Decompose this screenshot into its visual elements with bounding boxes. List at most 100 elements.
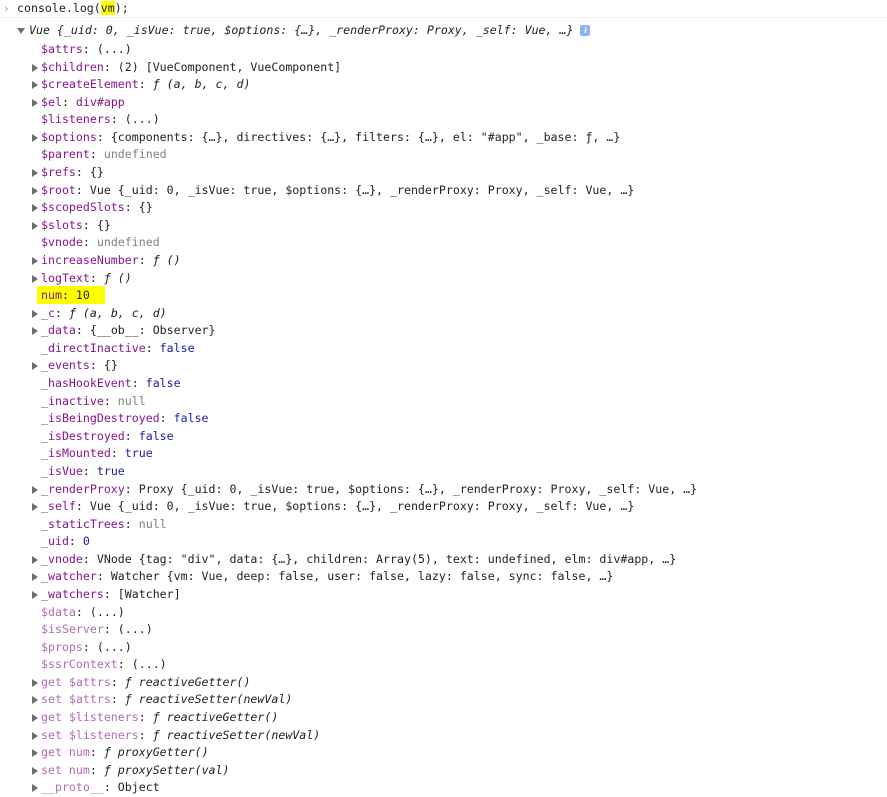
property-row[interactable]: $props: (...) [41,639,132,657]
property-row[interactable]: _c: ƒ (a, b, c, d) [41,305,167,323]
property-separator: : [103,780,118,795]
property-separator: : [75,499,90,514]
command-arg-highlighted: vm [100,1,115,15]
expand-triangle-icon[interactable] [32,485,38,494]
property-row[interactable]: set num: ƒ proxySetter(val) [41,762,229,780]
property-row[interactable]: $options: {components: {…}, directives: … [41,129,620,147]
property-row[interactable]: num: 10 [41,287,90,305]
expand-triangle-icon[interactable] [32,169,38,178]
property-row[interactable]: _watchers: [Watcher] [41,586,181,604]
expand-triangle-icon[interactable] [32,555,38,564]
expand-triangle-icon[interactable] [32,186,38,195]
property-separator: : [82,639,97,654]
property-key: _events [41,358,90,373]
property-row[interactable]: _uid: 0 [41,533,90,551]
property-separator: : [103,59,118,74]
property-value: Watcher {vm: Vue, deep: false, user: fal… [110,569,614,584]
expand-triangle-icon[interactable] [32,133,38,142]
property-row[interactable]: $vnode: undefined [41,234,160,252]
property-row[interactable]: _hasHookEvent: false [41,375,181,393]
property-key: _uid [41,534,69,549]
property-value: (2) [VueComponent, VueComponent] [117,59,342,74]
property-row[interactable]: _renderProxy: Proxy {_uid: 0, _isVue: tr… [41,481,697,499]
property-row[interactable]: get num: ƒ proxyGetter() [41,744,209,762]
property-row[interactable]: _staticTrees: null [41,516,167,534]
expand-triangle-icon[interactable] [32,766,38,775]
property-row[interactable]: $scopedSlots: {} [41,199,153,217]
property-row[interactable]: $root: Vue {_uid: 0, _isVue: true, $opti… [41,182,634,200]
expand-triangle-icon[interactable] [32,256,38,265]
property-row[interactable]: _inactive: null [41,393,146,411]
expand-triangle-icon[interactable] [32,274,38,283]
property-row[interactable]: $data: (...) [41,604,125,622]
property-row[interactable]: $ssrContext: (...) [41,656,167,674]
property-row[interactable]: __proto__: Object [41,779,160,797]
property-key: $root [41,182,76,197]
expand-triangle-icon[interactable] [32,784,38,793]
expand-triangle-icon[interactable] [32,98,38,107]
property-separator: : [159,411,174,426]
property-row[interactable]: $el: div#app [41,94,125,112]
expand-triangle-icon[interactable] [17,28,25,34]
expand-triangle-icon[interactable] [32,678,38,687]
property-separator: : [54,305,69,320]
property-key: $createElement [41,77,139,92]
property-key: $children [41,59,104,74]
property-row[interactable]: _isVue: true [41,463,125,481]
property-value: {} [96,217,111,232]
expand-triangle-icon[interactable] [32,362,38,371]
property-row[interactable]: _data: {__ob__: Observer} [41,322,216,340]
property-row[interactable]: $isServer: (...) [41,621,153,639]
property-row[interactable]: _self: Vue {_uid: 0, _isVue: true, $opti… [41,498,634,516]
property-row[interactable]: $attrs: (...) [41,41,132,59]
command-suffix: ); [114,1,129,15]
property-separator: : [82,217,97,232]
property-row[interactable]: _isMounted: true [41,445,153,463]
property-row[interactable]: logText: ƒ () [41,270,132,288]
property-key: _directInactive [41,340,146,355]
property-key: _isVue [41,463,83,478]
property-row[interactable]: increaseNumber: ƒ () [41,252,181,270]
expand-triangle-icon[interactable] [32,327,38,336]
expand-triangle-icon[interactable] [32,503,38,512]
property-value: Vue {_uid: 0, _isVue: true, $options: {…… [89,499,635,514]
expand-triangle-icon[interactable] [32,749,38,758]
expand-triangle-icon[interactable] [32,714,38,723]
property-key: $isServer [41,622,104,637]
expand-triangle-icon[interactable] [32,63,38,72]
root-object-summary[interactable]: Vue {_uid: 0, _isVue: true, $options: {…… [29,22,591,40]
expand-triangle-icon[interactable] [32,696,38,705]
property-row[interactable]: set $listeners: ƒ reactiveSetter(newVal) [41,727,320,745]
expand-triangle-icon[interactable] [32,573,38,582]
property-row[interactable]: $createElement: ƒ (a, b, c, d) [41,76,250,94]
property-key: $parent [41,147,90,162]
expand-triangle-icon[interactable] [32,221,38,230]
property-separator: : [110,692,125,707]
property-row[interactable]: _watcher: Watcher {vm: Vue, deep: false,… [41,568,613,586]
property-row[interactable]: _events: {} [41,357,118,375]
prompt-chevron-icon: › [3,2,10,15]
expand-triangle-icon[interactable] [32,731,38,740]
expand-triangle-icon[interactable] [32,590,38,599]
property-row[interactable]: get $attrs: ƒ reactiveGetter() [41,674,250,692]
property-row[interactable]: _isBeingDestroyed: false [41,410,209,428]
property-row[interactable]: _directInactive: false [41,340,195,358]
property-row[interactable]: $slots: {} [41,217,111,235]
property-row[interactable]: $refs: {} [41,164,104,182]
property-row[interactable]: $parent: undefined [41,146,167,164]
expand-triangle-icon[interactable] [32,309,38,318]
console-input-line[interactable]: › console.log(vm); [0,0,887,18]
property-value: {} [138,200,153,215]
property-row[interactable]: $listeners: (...) [41,111,160,129]
property-row[interactable]: $children: (2) [VueComponent, VueCompone… [41,59,341,77]
property-row[interactable]: set $attrs: ƒ reactiveSetter(newVal) [41,691,292,709]
property-row[interactable]: _isDestroyed: false [41,428,174,446]
property-row[interactable]: get $listeners: ƒ reactiveGetter() [41,709,278,727]
expand-triangle-icon[interactable] [32,81,38,90]
property-row[interactable]: _vnode: VNode {tag: "div", data: {…}, ch… [41,551,676,569]
property-key: $props [41,639,83,654]
property-key: set $listeners [41,727,139,742]
expand-triangle-icon[interactable] [32,204,38,213]
property-key: _c [41,305,55,320]
info-icon[interactable]: i [580,25,591,36]
